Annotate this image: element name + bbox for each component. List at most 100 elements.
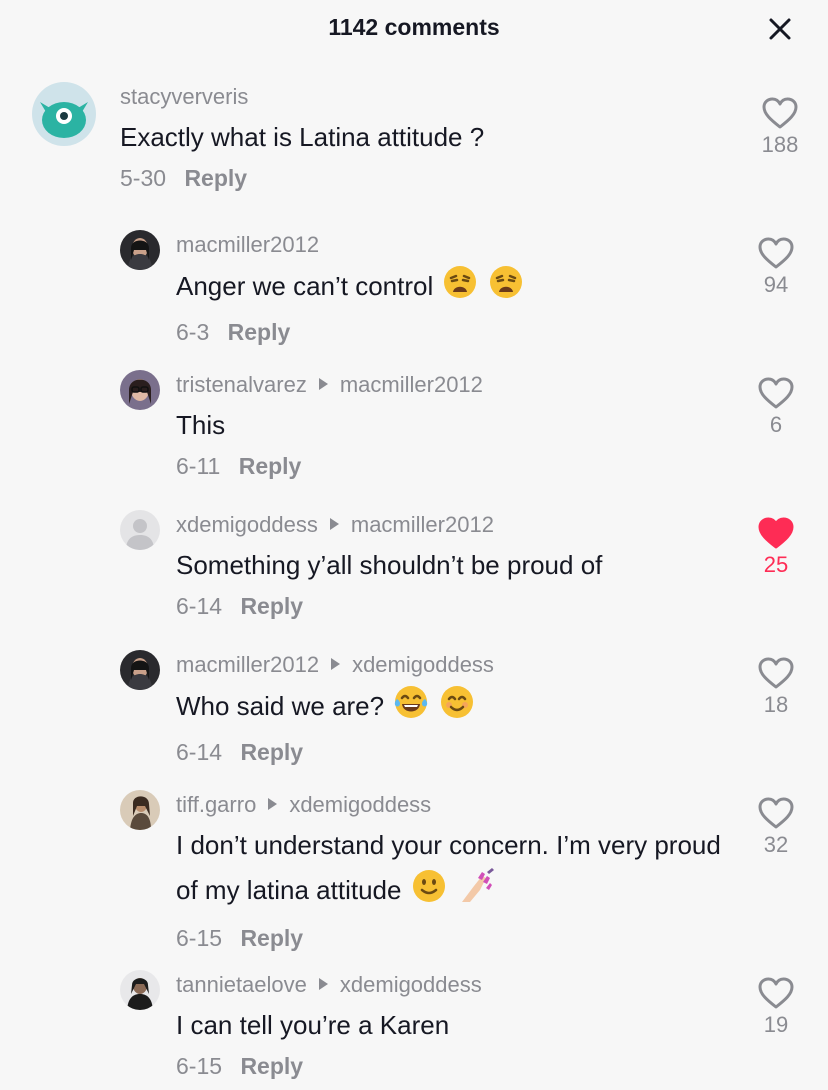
reply-arrow-icon	[329, 518, 339, 531]
comment-body: tannietaelove xdemigoddess I can tell you…	[176, 970, 736, 1082]
comment-text-content: This	[176, 410, 226, 440]
comment-text: Anger we can’t control	[176, 264, 736, 312]
nail-polish-emoji	[456, 866, 496, 918]
reply-arrow-icon	[318, 978, 328, 991]
reply-button[interactable]: Reply	[184, 165, 247, 191]
like-button[interactable]: 6	[746, 376, 806, 438]
comment-meta: 6-3 Reply	[176, 316, 736, 348]
heart-outline-icon	[758, 977, 794, 1009]
reply-to-username[interactable]: macmiller2012	[340, 372, 483, 397]
heart-outline-icon	[758, 657, 794, 689]
reply-button[interactable]: Reply	[240, 925, 303, 951]
comment-date: 6-11	[176, 453, 221, 479]
comment-date: 6-15	[176, 1053, 223, 1079]
comment-username-line: tannietaelove xdemigoddess	[176, 970, 736, 1000]
reply-button[interactable]: Reply	[240, 593, 303, 619]
comment-text: I can tell you’re a Karen	[176, 1004, 736, 1046]
comment-text-content: Something y’all shouldn’t be proud of	[176, 550, 603, 580]
comment-date: 6-14	[176, 593, 223, 619]
reply-to-username[interactable]: xdemigoddess	[352, 652, 494, 677]
like-button[interactable]: 188	[750, 96, 810, 158]
avatar[interactable]	[32, 82, 96, 146]
comments-count-title: 1142 comments	[328, 14, 500, 40]
comment-meta: 6-11 Reply	[176, 450, 736, 482]
like-button[interactable]: 32	[746, 796, 806, 858]
comment-username-line: macmiller2012	[176, 230, 736, 260]
reply-arrow-icon	[318, 378, 328, 391]
comment-username-line: macmiller2012 xdemigoddess	[176, 650, 736, 680]
comment-date: 6-3	[176, 319, 210, 345]
like-count: 18	[763, 692, 789, 717]
like-count: 25	[763, 552, 789, 577]
heart-outline-icon	[758, 797, 794, 829]
comment-body: tristenalvarez macmiller2012 This 6-11 Re…	[176, 370, 736, 482]
comment-text: This	[176, 404, 736, 446]
comment-text: Who said we are?	[176, 684, 736, 732]
heart-filled-icon	[758, 517, 794, 549]
comment-username-line: xdemigoddess macmiller2012	[176, 510, 736, 540]
reply-button[interactable]: Reply	[228, 319, 291, 345]
comment-username[interactable]: stacyververis	[120, 84, 248, 109]
avatar[interactable]	[120, 370, 160, 410]
reply-to-username[interactable]: macmiller2012	[351, 512, 494, 537]
like-button[interactable]: 18	[746, 656, 806, 718]
reply-to-username[interactable]: xdemigoddess	[340, 972, 482, 997]
comment-text-content: I don’t understand your concern. I’m ver…	[176, 830, 721, 905]
heart-outline-icon	[762, 97, 798, 129]
reply-button[interactable]: Reply	[239, 453, 302, 479]
like-count: 188	[761, 132, 799, 157]
comment-text: I don’t understand your concern. I’m ver…	[176, 824, 736, 918]
like-count: 32	[763, 832, 789, 857]
comment-meta: 6-14 Reply	[176, 736, 736, 768]
comment-text-content: I can tell you’re a Karen	[176, 1010, 450, 1040]
comment-date: 6-15	[176, 925, 223, 951]
comment-meta: 6-14 Reply	[176, 590, 736, 622]
like-button[interactable]: 25	[746, 516, 806, 578]
avatar[interactable]	[120, 970, 160, 1010]
comment-username-line: tristenalvarez macmiller2012	[176, 370, 736, 400]
comment-date: 6-14	[176, 739, 223, 765]
avatar[interactable]	[120, 230, 160, 270]
reply-button[interactable]: Reply	[240, 739, 303, 765]
reply-to-username[interactable]: xdemigoddess	[289, 792, 431, 817]
heart-outline-icon	[758, 377, 794, 409]
like-count: 94	[763, 272, 789, 297]
comment-date: 5-30	[120, 165, 167, 191]
reply-arrow-icon	[268, 798, 278, 811]
comment-meta: 6-15 Reply	[176, 1050, 736, 1082]
comment-meta: 6-15 Reply	[176, 922, 736, 954]
weary-face-emoji	[442, 264, 478, 312]
slightly-smiling-face-emoji	[411, 868, 447, 916]
avatar[interactable]	[120, 650, 160, 690]
comment-meta: 5-30 Reply	[120, 162, 730, 194]
close-button[interactable]	[764, 13, 796, 45]
like-button[interactable]: 19	[746, 976, 806, 1038]
comment-username[interactable]: macmiller2012	[176, 232, 319, 257]
comment-body: macmiller2012 Anger we can’t control 6-3…	[176, 230, 736, 348]
smiling-face-emoji	[439, 684, 475, 732]
like-button[interactable]: 94	[746, 236, 806, 298]
comment-text-content: Anger we can’t control	[176, 270, 434, 301]
comment-username[interactable]: tannietaelove	[176, 972, 307, 997]
tears-of-joy-emoji	[393, 684, 429, 732]
comment-username-line: stacyververis	[120, 82, 730, 112]
avatar[interactable]	[120, 790, 160, 830]
comments-header: 1142 comments	[0, 0, 828, 56]
comment-body: xdemigoddess macmiller2012 Something y’al…	[176, 510, 736, 622]
heart-outline-icon	[758, 237, 794, 269]
like-count: 6	[769, 412, 783, 437]
comment-body: macmiller2012 xdemigoddess Who said we ar…	[176, 650, 736, 768]
comment-username-line: tiff.garro xdemigoddess	[176, 790, 736, 820]
reply-arrow-icon	[331, 658, 341, 671]
reply-button[interactable]: Reply	[240, 1053, 303, 1079]
avatar[interactable]	[120, 510, 160, 550]
like-count: 19	[763, 1012, 789, 1037]
comment-username[interactable]: tristenalvarez	[176, 372, 307, 397]
comment-username[interactable]: xdemigoddess	[176, 512, 318, 537]
weary-face-emoji	[488, 264, 524, 312]
comment-username[interactable]: macmiller2012	[176, 652, 319, 677]
comment-body: tiff.garro xdemigoddess I don’t understan…	[176, 790, 736, 954]
comment-text: Something y’all shouldn’t be proud of	[176, 544, 736, 586]
comment-username[interactable]: tiff.garro	[176, 792, 256, 817]
close-icon	[769, 18, 791, 40]
